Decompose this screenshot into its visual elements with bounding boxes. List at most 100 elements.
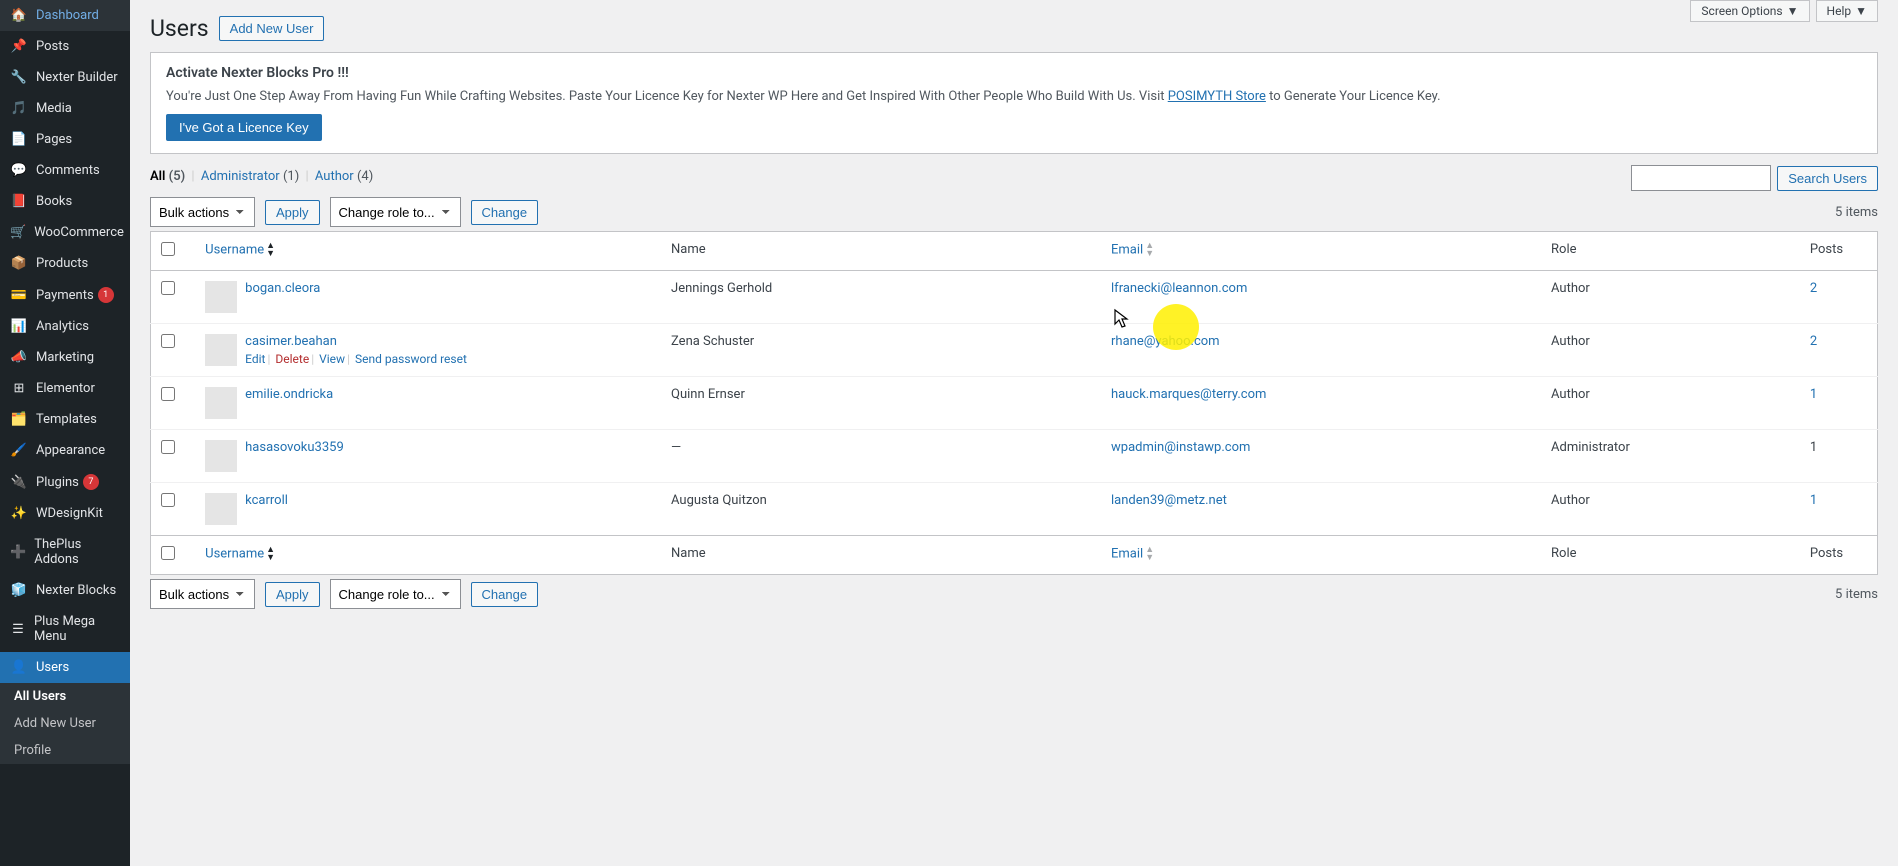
- activation-notice: Activate Nexter Blocks Pro !!! You're Ju…: [150, 52, 1878, 154]
- sidebar-item-elementor[interactable]: ⊞Elementor: [0, 373, 130, 404]
- submenu-add-new-user[interactable]: Add New User: [0, 710, 130, 737]
- user-role: Author: [1541, 324, 1800, 377]
- role-filters: All (5) | Administrator (1) | Author (4)…: [150, 169, 1878, 184]
- sidebar-item-analytics[interactable]: 📊Analytics: [0, 311, 130, 342]
- table-row: bogan.cleora Jennings Gerhold lfranecki@…: [151, 271, 1878, 324]
- posts-count-link[interactable]: 1: [1810, 493, 1817, 508]
- row-select[interactable]: [161, 281, 175, 295]
- filter-administrator[interactable]: Administrator: [201, 169, 280, 184]
- user-role: Author: [1541, 271, 1800, 324]
- wrench-icon: 🔧: [10, 70, 28, 85]
- view-link[interactable]: View: [319, 352, 345, 366]
- sidebar-item-nexter-builder[interactable]: 🔧Nexter Builder: [0, 62, 130, 93]
- sidebar-item-users[interactable]: 👤Users: [0, 652, 130, 683]
- username-link[interactable]: casimer.beahan: [245, 334, 467, 349]
- avatar: [205, 493, 237, 525]
- sidebar-item-wdesignkit[interactable]: ✨WDesignKit: [0, 498, 130, 529]
- sidebar-item-payments[interactable]: 💳Payments1: [0, 279, 130, 311]
- row-select[interactable]: [161, 440, 175, 454]
- bulk-apply-button-bottom[interactable]: Apply: [265, 582, 320, 607]
- col-role-bottom: Role: [1541, 536, 1800, 575]
- woo-icon: 🛒: [10, 225, 26, 240]
- sidebar-item-posts[interactable]: 📌Posts: [0, 31, 130, 62]
- sidebar-item-products[interactable]: 📦Products: [0, 248, 130, 279]
- filter-author[interactable]: Author: [315, 169, 354, 184]
- sidebar-item-comments[interactable]: 💬Comments: [0, 155, 130, 186]
- posts-count-link[interactable]: 2: [1810, 281, 1817, 296]
- edit-link[interactable]: Edit: [245, 352, 265, 366]
- username-link[interactable]: kcarroll: [245, 493, 288, 508]
- sidebar-item-templates[interactable]: 🗂️Templates: [0, 404, 130, 435]
- user-role: Author: [1541, 483, 1800, 536]
- items-count-top: 5 items: [1835, 205, 1878, 220]
- gauge-icon: 🏠: [10, 8, 28, 23]
- sidebar-item-appearance[interactable]: 🖌️Appearance: [0, 435, 130, 466]
- sort-asc-icon: ▲▼: [266, 242, 275, 258]
- sidebar-item-plus-mega-menu[interactable]: ☰Plus Mega Menu: [0, 606, 130, 652]
- submenu-profile[interactable]: Profile: [0, 737, 130, 764]
- change-role-button-bottom[interactable]: Change: [471, 582, 539, 607]
- elementor-icon: ⊞: [10, 381, 28, 396]
- bulk-action-select-top[interactable]: Bulk actions: [150, 197, 255, 227]
- bulk-apply-button-top[interactable]: Apply: [265, 200, 320, 225]
- col-username-sort-bottom[interactable]: Username: [205, 546, 264, 561]
- select-all-bottom[interactable]: [161, 546, 175, 560]
- notice-store-link[interactable]: POSIMYTH Store: [1168, 89, 1266, 104]
- sidebar-item-woocommerce[interactable]: 🛒WooCommerce: [0, 217, 130, 248]
- row-select[interactable]: [161, 493, 175, 507]
- col-email-sort[interactable]: Email: [1111, 242, 1143, 257]
- sidebar-item-books[interactable]: 📕Books: [0, 186, 130, 217]
- submenu-all-users[interactable]: All Users: [0, 683, 130, 710]
- col-posts-bottom: Posts: [1800, 536, 1878, 575]
- select-all-top[interactable]: [161, 242, 175, 256]
- avatar: [205, 440, 237, 472]
- bulk-action-select-bottom[interactable]: Bulk actions: [150, 579, 255, 609]
- megaphone-icon: 📣: [10, 350, 28, 365]
- password-reset-link[interactable]: Send password reset: [355, 352, 467, 366]
- filter-all[interactable]: All (5): [150, 169, 185, 184]
- email-link[interactable]: lfranecki@leannon.com: [1111, 281, 1247, 296]
- delete-link[interactable]: Delete: [275, 352, 309, 366]
- add-new-user-button[interactable]: Add New User: [219, 16, 325, 41]
- change-role-select-bottom[interactable]: Change role to...: [330, 579, 461, 609]
- row-select[interactable]: [161, 334, 175, 348]
- sort-icon: ▲▼: [1145, 546, 1154, 562]
- users-submenu: All Users Add New User Profile: [0, 683, 130, 764]
- username-link[interactable]: emilie.ondricka: [245, 387, 333, 402]
- sidebar-item-nexter-blocks[interactable]: 🧊Nexter Blocks: [0, 575, 130, 606]
- user-role: Administrator: [1541, 430, 1800, 483]
- search-users-button[interactable]: Search Users: [1777, 166, 1878, 191]
- sidebar-item-media[interactable]: 🎵Media: [0, 93, 130, 124]
- email-link[interactable]: hauck.marques@terry.com: [1111, 387, 1266, 402]
- email-link[interactable]: wpadmin@instawp.com: [1111, 440, 1250, 455]
- col-posts: Posts: [1800, 232, 1878, 271]
- change-role-select-top[interactable]: Change role to...: [330, 197, 461, 227]
- sidebar-item-marketing[interactable]: 📣Marketing: [0, 342, 130, 373]
- posts-count: 1: [1800, 430, 1878, 483]
- sidebar-item-dashboard[interactable]: 🏠Dashboard: [0, 0, 130, 31]
- blocks-icon: 🧊: [10, 583, 28, 598]
- avatar: [205, 281, 237, 313]
- col-username-sort[interactable]: Username: [205, 242, 264, 257]
- sidebar-item-theplus[interactable]: ➕ThePlus Addons: [0, 529, 130, 575]
- licence-key-button[interactable]: I've Got a Licence Key: [166, 114, 322, 141]
- col-role: Role: [1541, 232, 1800, 271]
- box-icon: 📦: [10, 256, 28, 271]
- email-link[interactable]: landen39@metz.net: [1111, 493, 1227, 508]
- screen-options-button[interactable]: Screen Options▼: [1690, 0, 1809, 22]
- sidebar-item-pages[interactable]: 📄Pages: [0, 124, 130, 155]
- items-count-bottom: 5 items: [1835, 587, 1878, 602]
- change-role-button-top[interactable]: Change: [471, 200, 539, 225]
- row-select[interactable]: [161, 387, 175, 401]
- username-link[interactable]: hasasovoku3359: [245, 440, 344, 455]
- menu-icon: ☰: [10, 622, 26, 637]
- search-users-input[interactable]: [1631, 165, 1771, 191]
- notice-body: You're Just One Step Away From Having Fu…: [166, 89, 1862, 104]
- username-link[interactable]: bogan.cleora: [245, 281, 320, 296]
- posts-count-link[interactable]: 2: [1810, 334, 1817, 349]
- help-button[interactable]: Help▼: [1816, 0, 1878, 22]
- col-email-sort-bottom[interactable]: Email: [1111, 546, 1143, 561]
- posts-count-link[interactable]: 1: [1810, 387, 1817, 402]
- email-link[interactable]: rhane@yahoo.com: [1111, 334, 1220, 349]
- sidebar-item-plugins[interactable]: 🔌Plugins7: [0, 466, 130, 498]
